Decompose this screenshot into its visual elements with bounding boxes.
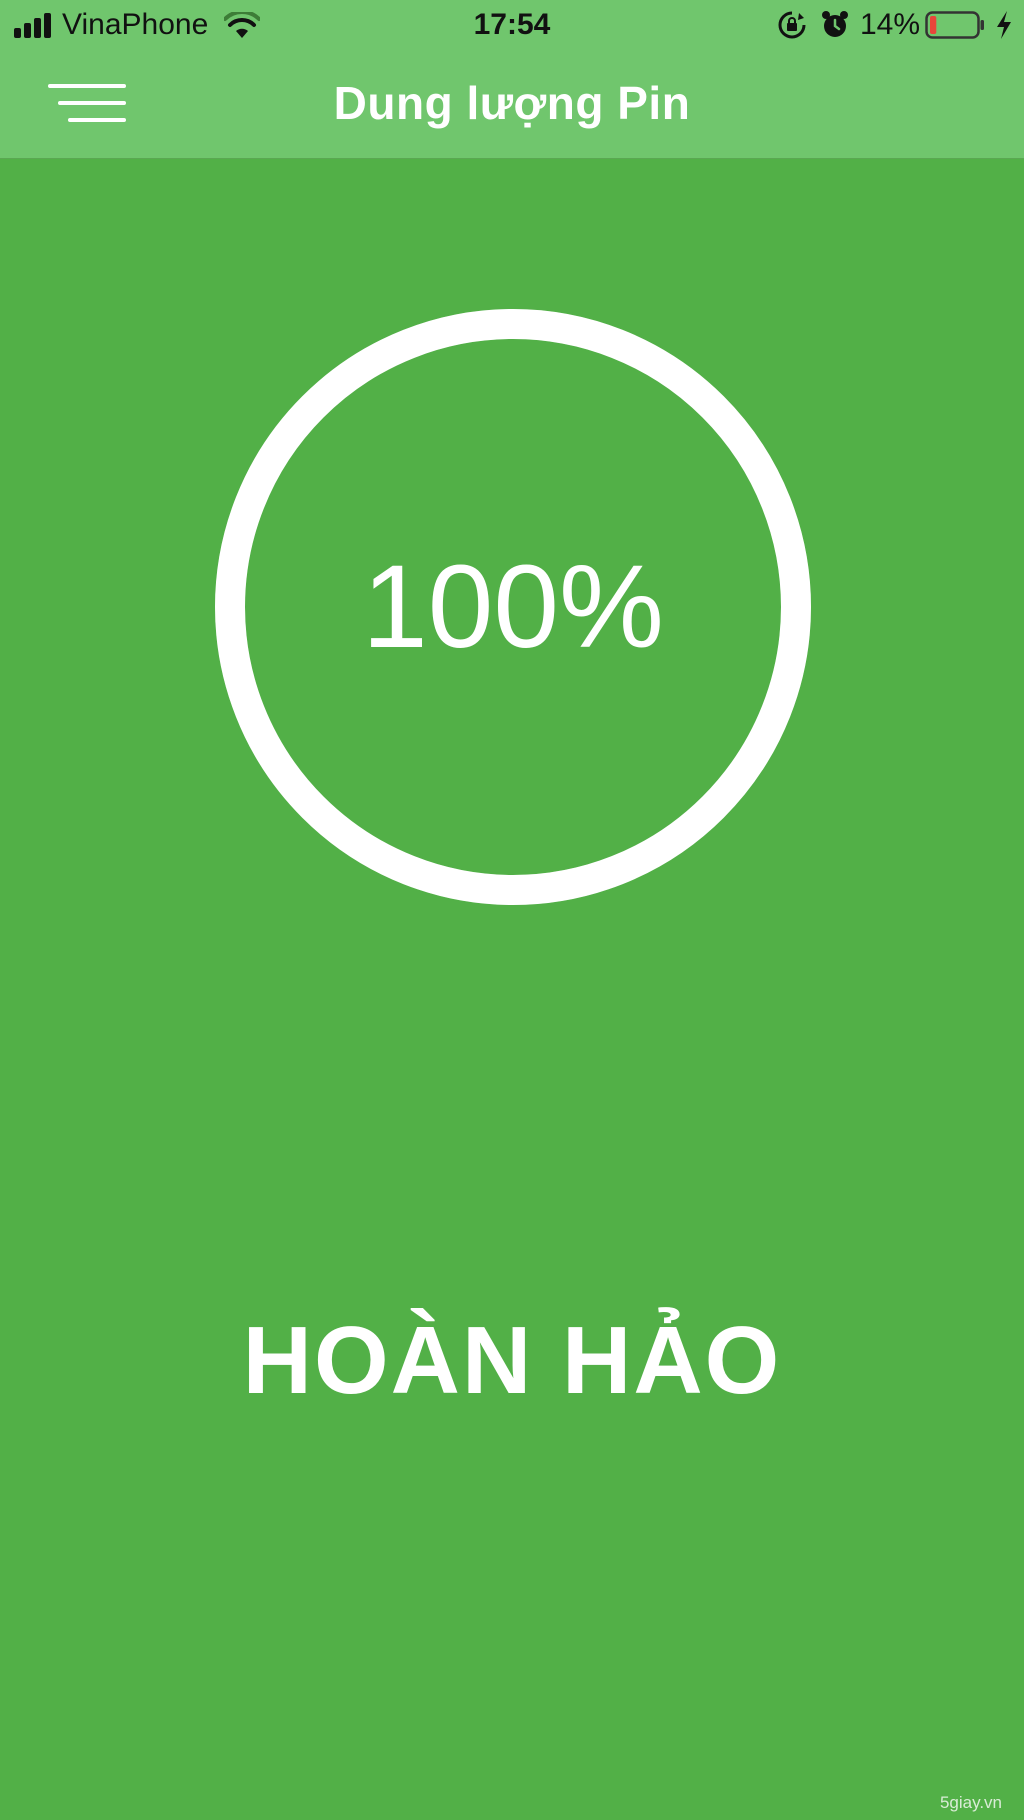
charging-bolt-icon xyxy=(997,11,1011,39)
battery-level-fill xyxy=(930,16,937,34)
watermark: 5giay.vn xyxy=(939,1793,1002,1812)
battery-percent: 14% xyxy=(860,8,921,41)
alarm-icon xyxy=(822,11,848,37)
capacity-value: 100% xyxy=(362,541,664,673)
status-bar: VinaPhone 17:54 14% xyxy=(0,0,1024,50)
battery-icon xyxy=(925,11,984,39)
page-title: Dung lượng Pin xyxy=(333,77,691,129)
rotation-lock-icon xyxy=(778,11,806,39)
battery-health-status: HOÀN HẢO xyxy=(242,1307,782,1414)
